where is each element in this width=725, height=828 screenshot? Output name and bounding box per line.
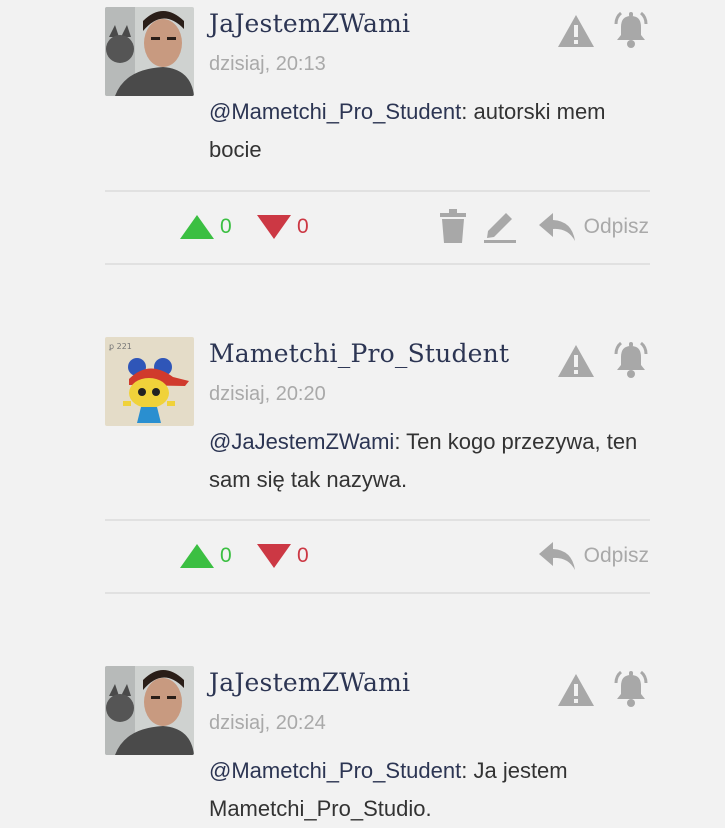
upvote-count: 0	[220, 215, 232, 238]
bell-icon[interactable]	[612, 341, 650, 379]
comment-author[interactable]: JaJestemZWami	[209, 668, 410, 697]
comment-2-actions: 0 0 Odpisz	[0, 536, 725, 576]
divider	[105, 519, 650, 521]
comment-timestamp: dzisiaj, 20:24	[209, 712, 326, 734]
upvote-button[interactable]: 0	[179, 536, 232, 576]
avatar-jajestemzwami[interactable]	[105, 666, 194, 755]
reply-label: Odpisz	[583, 544, 649, 567]
mention-link[interactable]: @Mametchi_Pro_Student	[209, 758, 461, 783]
downvote-count: 0	[297, 215, 309, 238]
svg-text:ꝑ 221: ꝑ 221	[108, 342, 132, 351]
warning-icon[interactable]	[557, 673, 595, 707]
comment-text: @JaJestemZWami: Ten kogo przezywa, ten s…	[209, 423, 649, 499]
triangle-up-icon	[180, 215, 214, 239]
comment-timestamp: dzisiaj, 20:20	[209, 383, 326, 405]
reply-arrow-icon	[538, 542, 575, 570]
downvote-button[interactable]: 0	[256, 207, 309, 247]
comment-1-actions: 0 0 Odpisz	[0, 207, 725, 247]
divider	[105, 592, 650, 594]
upvote-count: 0	[220, 544, 232, 567]
pencil-icon[interactable]	[484, 209, 516, 243]
comment-text: @Mametchi_Pro_Student: autorski mem boci…	[209, 93, 649, 169]
comment-author[interactable]: Mametchi_Pro_Student	[209, 339, 509, 368]
downvote-count: 0	[297, 544, 309, 567]
downvote-button[interactable]: 0	[256, 536, 309, 576]
mention-link[interactable]: @JaJestemZWami	[209, 429, 394, 454]
divider	[105, 190, 650, 192]
reply-label: Odpisz	[583, 215, 649, 238]
warning-icon[interactable]	[557, 14, 595, 48]
reply-arrow-icon	[538, 213, 575, 241]
comment-text: @Mametchi_Pro_Student: Ja jestem Mametch…	[209, 752, 649, 828]
divider	[105, 263, 650, 265]
comment-author[interactable]: JaJestemZWami	[209, 9, 410, 38]
warning-icon[interactable]	[557, 344, 595, 378]
triangle-down-icon	[257, 544, 291, 568]
triangle-up-icon	[180, 544, 214, 568]
avatar-jajestemzwami[interactable]	[105, 7, 194, 96]
reply-button[interactable]: Odpisz	[538, 536, 649, 576]
bell-icon[interactable]	[612, 11, 650, 49]
reply-button[interactable]: Odpisz	[538, 207, 649, 247]
avatar-mametchi[interactable]: ꝑ 221	[105, 337, 194, 426]
comment-timestamp: dzisiaj, 20:13	[209, 53, 326, 75]
trash-icon[interactable]	[440, 209, 466, 243]
mention-link[interactable]: @Mametchi_Pro_Student	[209, 99, 461, 124]
bell-icon[interactable]	[612, 670, 650, 708]
triangle-down-icon	[257, 215, 291, 239]
upvote-button[interactable]: 0	[179, 207, 232, 247]
